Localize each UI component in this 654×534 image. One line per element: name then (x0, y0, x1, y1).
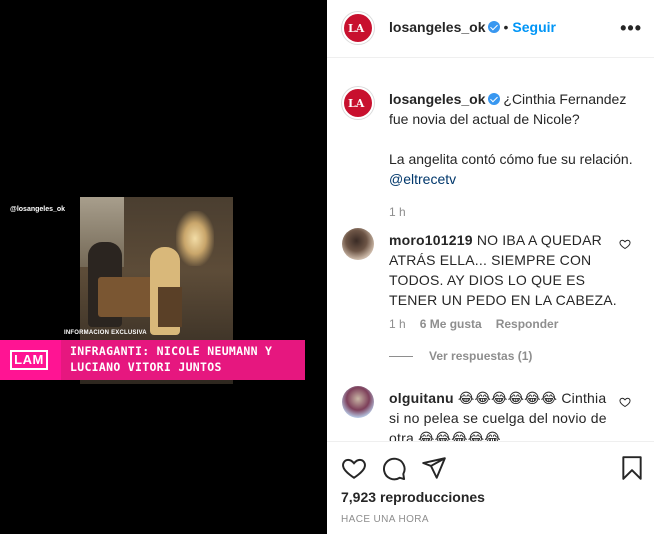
info-label: INFORMACION EXCLUSIVA (64, 330, 147, 336)
scene-lamp (176, 211, 214, 266)
banner-headline: INFRAGANTI: NICOLE NEUMANN Y LUCIANO VIT… (70, 343, 302, 375)
comment-username[interactable]: moro101219 (389, 232, 473, 248)
verified-icon (487, 93, 500, 105)
view-replies-button[interactable]: Ver respuestas (1) (389, 349, 532, 363)
comment-meta: 1 h 6 Me gusta Responder (389, 317, 558, 331)
banner-line-2: LUCIANO VITORI JUNTOS (70, 360, 222, 374)
caption-text: losangeles_ok ¿Cinthia Fernandez fue nov… (389, 89, 639, 222)
heart-icon[interactable] (341, 455, 367, 481)
view-replies-label: Ver respuestas (1) (429, 349, 533, 363)
more-options-icon[interactable]: ••• (620, 18, 642, 39)
separator-dot: • (503, 19, 509, 35)
comment-time[interactable]: 1 h (389, 317, 406, 331)
comment-username[interactable]: olguitanu (389, 390, 454, 406)
comment-text: moro101219 NO IBA A QUEDAR ATRÁS ELLA...… (389, 230, 619, 310)
lam-logo: LAM (10, 350, 48, 370)
post-header: losangeles_ok •Seguir ••• (327, 0, 654, 58)
scene-table (98, 277, 158, 317)
comment-emoji: 😂😂😂😂😂😂 (457, 390, 558, 406)
post-sidebar: losangeles_ok •Seguir ••• losangeles_ok ¿… (327, 0, 654, 534)
post-media[interactable]: @losangeles_ok INFORMACION EXCLUSIVA LAM… (0, 0, 327, 534)
caption-time[interactable]: 1 h (389, 205, 406, 219)
reply-button[interactable]: Responder (496, 317, 559, 331)
mention-link[interactable]: @eltrecetv (389, 171, 456, 187)
follow-button[interactable]: Seguir (512, 19, 556, 35)
caption-avatar[interactable] (342, 87, 374, 119)
like-comment-icon[interactable] (619, 396, 631, 408)
comment-likes[interactable]: 6 Me gusta (420, 317, 482, 331)
views-number: 7,923 (341, 489, 377, 505)
share-icon[interactable] (421, 455, 447, 481)
replies-divider (389, 356, 413, 358)
banner-line-1: INFRAGANTI: NICOLE NEUMANN Y (70, 344, 273, 358)
avatar[interactable] (342, 228, 374, 260)
comment-icon[interactable] (381, 455, 407, 481)
like-comment-icon[interactable] (619, 238, 631, 250)
header-username[interactable]: losangeles_ok (389, 19, 486, 35)
avatar[interactable] (342, 12, 374, 44)
comment-text: olguitanu 😂😂😂😂😂😂 Cinthia si no pelea se … (389, 388, 619, 441)
views-count[interactable]: 7,923 reproducciones (341, 489, 485, 505)
post-timestamp[interactable]: HACE UNA HORA (341, 514, 429, 525)
comments-list[interactable]: losangeles_ok ¿Cinthia Fernandez fue nov… (327, 59, 654, 441)
avatar[interactable] (342, 386, 374, 418)
caption-line-2: La angelita contó cómo fue su relación. (389, 151, 633, 167)
views-label: reproducciones (379, 489, 485, 505)
scene-chair (158, 287, 182, 327)
bookmark-icon[interactable] (619, 455, 645, 481)
comment-emoji: 😂😂😂😂😂 (418, 430, 501, 441)
caption-username[interactable]: losangeles_ok (389, 91, 486, 107)
verified-icon (487, 21, 500, 33)
handle-watermark: @losangeles_ok (10, 206, 66, 213)
post-actions: 7,923 reproducciones HACE UNA HORA (327, 441, 654, 534)
header-user: losangeles_ok • Seguir (389, 19, 556, 35)
